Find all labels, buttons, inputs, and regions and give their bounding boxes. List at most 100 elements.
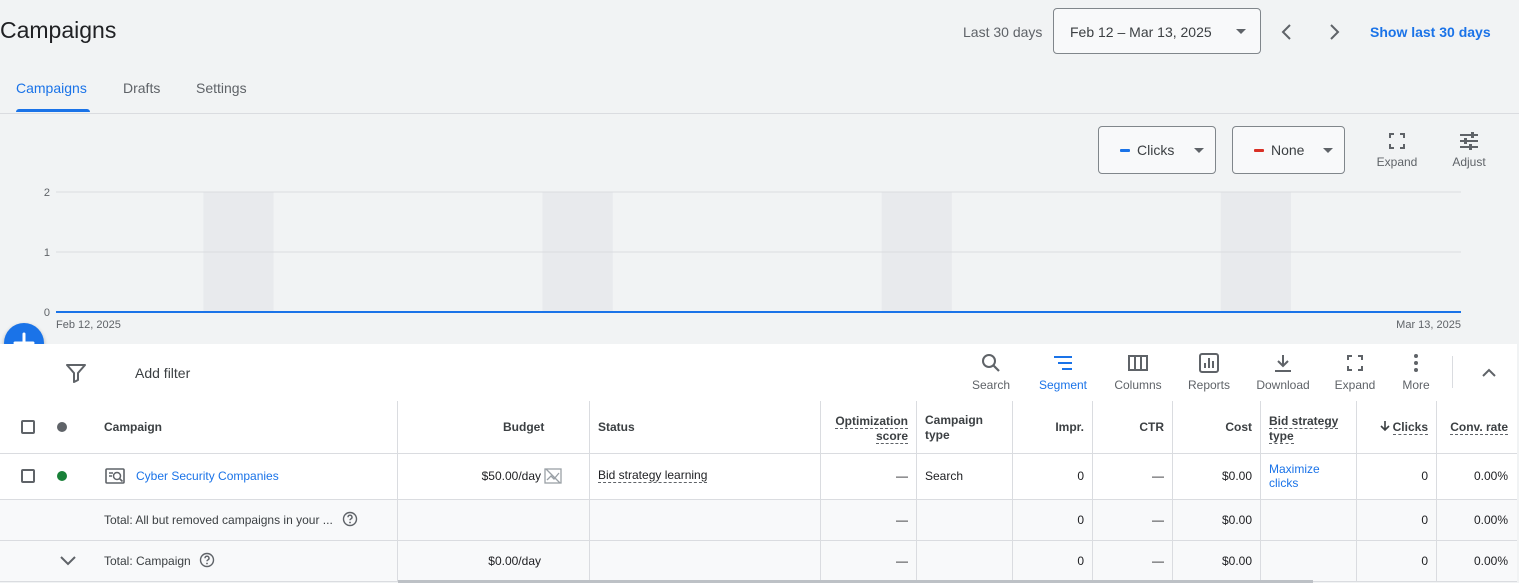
- segment-button[interactable]: Segment: [1034, 352, 1092, 392]
- total-campaign-cost: $0.00: [1221, 554, 1252, 568]
- add-filter-input[interactable]: Add filter: [135, 365, 190, 381]
- y-tick-label: 2: [44, 187, 50, 199]
- table-row: Cyber Security Companies $50.00/day Bid …: [0, 454, 1517, 500]
- toolbar-divider: [1452, 356, 1453, 388]
- metric-2-swatch: [1254, 149, 1264, 152]
- total-campaign-ctr: —: [1152, 554, 1164, 568]
- opt-score-cell: —: [896, 469, 908, 483]
- previous-period-button[interactable]: [1274, 19, 1300, 45]
- total-campaign-conv-rate: 0.00%: [1473, 554, 1508, 568]
- total-campaign-budget: $0.00/day: [488, 554, 541, 568]
- search-campaign-icon: [105, 466, 127, 491]
- chart-adjust-button[interactable]: Adjust: [1444, 131, 1494, 169]
- total-campaign-opt-score: —: [896, 554, 908, 568]
- reports-icon: [1199, 353, 1219, 373]
- metric-1-label: Clicks: [1137, 142, 1175, 158]
- x-start-label: Feb 12, 2025: [56, 319, 121, 331]
- search-label: Search: [971, 378, 1011, 392]
- chevron-left-icon: [1281, 24, 1291, 40]
- filter-button[interactable]: [64, 362, 88, 389]
- more-label: More: [1402, 378, 1430, 392]
- date-range-value: Feb 12 – Mar 13, 2025: [1070, 24, 1212, 40]
- tune-icon: [1460, 132, 1478, 150]
- tab-drafts[interactable]: Drafts: [123, 80, 160, 96]
- next-period-button[interactable]: [1321, 19, 1347, 45]
- total-all-label: Total: All but removed campaigns in your…: [104, 513, 333, 527]
- help-icon[interactable]: [342, 511, 358, 532]
- search-icon: [982, 354, 1000, 372]
- chart-expand-button[interactable]: Expand: [1372, 131, 1422, 169]
- total-all-conv-rate: 0.00%: [1473, 513, 1508, 527]
- table-header-row: Campaign Budget Status Optimization score…: [0, 401, 1517, 455]
- metric-2-label: None: [1271, 142, 1305, 158]
- budget-chart-icon[interactable]: [544, 467, 562, 490]
- expand-icon: [1347, 355, 1363, 371]
- date-range-label: Last 30 days: [963, 24, 1043, 40]
- select-all-checkbox[interactable]: [21, 420, 35, 434]
- download-button[interactable]: Download: [1252, 352, 1314, 392]
- row-checkbox[interactable]: [21, 469, 35, 483]
- expand-icon: [1389, 133, 1405, 149]
- columns-button[interactable]: Columns: [1109, 352, 1167, 392]
- total-campaign-impressions: 0: [1077, 554, 1084, 568]
- chevron-down-icon: [60, 556, 76, 566]
- total-all-cost: $0.00: [1221, 513, 1252, 527]
- total-all-clicks: 0: [1421, 513, 1428, 527]
- campaign-name-link[interactable]: Cyber Security Companies: [136, 469, 279, 483]
- total-all-row: Total: All but removed campaigns in your…: [0, 500, 1517, 541]
- campaign-type-cell: Search: [925, 469, 964, 483]
- impressions-cell: 0: [1077, 469, 1084, 483]
- reports-label: Reports: [1187, 378, 1231, 392]
- y-tick-label: 0: [44, 307, 50, 319]
- more-vert-icon: [1414, 354, 1418, 372]
- total-campaign-clicks: 0: [1421, 554, 1428, 568]
- table-toolbar: Add filter Search Segment Columns Report…: [0, 344, 1517, 402]
- chevron-up-icon: [1482, 368, 1496, 377]
- total-all-opt-score: —: [896, 513, 908, 527]
- total-campaign-label: Total: Campaign: [104, 554, 191, 568]
- show-last-30-days-link[interactable]: Show last 30 days: [1370, 24, 1491, 40]
- metric-2-dropdown[interactable]: None: [1232, 126, 1345, 174]
- more-button[interactable]: More: [1396, 352, 1436, 392]
- chart-adjust-label: Adjust: [1452, 155, 1486, 169]
- download-icon: [1275, 355, 1291, 372]
- status-cell[interactable]: Bid strategy learning: [598, 468, 708, 483]
- performance-chart: 2 1 0 Feb 12, 2025 Mar 13, 2025: [44, 187, 1461, 331]
- tab-campaigns[interactable]: Campaigns: [16, 80, 87, 96]
- total-all-ctr: —: [1152, 513, 1164, 527]
- bid-strategy-link[interactable]: Maximize clicks: [1269, 462, 1320, 490]
- y-tick-label: 1: [44, 247, 50, 259]
- download-label: Download: [1256, 378, 1310, 392]
- help-icon[interactable]: [199, 552, 215, 573]
- collapse-toolbar-button[interactable]: [1477, 361, 1501, 390]
- search-button[interactable]: Search: [966, 352, 1016, 392]
- dropdown-arrow-icon: [1194, 148, 1204, 153]
- segment-label: Segment: [1038, 378, 1088, 392]
- dropdown-arrow-icon: [1323, 148, 1333, 153]
- chevron-right-icon: [1330, 24, 1340, 40]
- metric-1-swatch: [1120, 149, 1130, 152]
- budget-cell[interactable]: $50.00/day: [420, 469, 541, 483]
- table-expand-button[interactable]: Expand: [1330, 352, 1380, 392]
- columns-label: Columns: [1114, 378, 1162, 392]
- tab-settings[interactable]: Settings: [196, 80, 247, 96]
- status-enabled-dot[interactable]: [57, 471, 67, 481]
- columns-icon: [1128, 355, 1148, 371]
- active-tab-indicator: [16, 109, 90, 112]
- metric-1-dropdown[interactable]: Clicks: [1098, 126, 1216, 174]
- conv-rate-cell: 0.00%: [1473, 469, 1508, 483]
- tab-bar: Campaigns Drafts Settings: [0, 70, 1519, 114]
- reports-button[interactable]: Reports: [1181, 352, 1237, 392]
- chart-expand-label: Expand: [1376, 155, 1418, 169]
- arrow-down-icon: [1380, 421, 1390, 432]
- total-campaign-row: Total: Campaign $0.00/day — 0 — $0.00 0 …: [0, 541, 1517, 582]
- total-all-impressions: 0: [1077, 513, 1084, 527]
- dropdown-arrow-icon: [1236, 29, 1246, 34]
- clicks-cell: 0: [1421, 469, 1428, 483]
- date-range-picker[interactable]: Feb 12 – Mar 13, 2025: [1053, 8, 1261, 54]
- expand-totals-button[interactable]: [57, 549, 79, 576]
- filter-icon: [66, 364, 86, 383]
- segment-icon: [1054, 356, 1072, 370]
- status-header-dot: [57, 422, 67, 432]
- x-end-label: Mar 13, 2025: [1396, 319, 1461, 331]
